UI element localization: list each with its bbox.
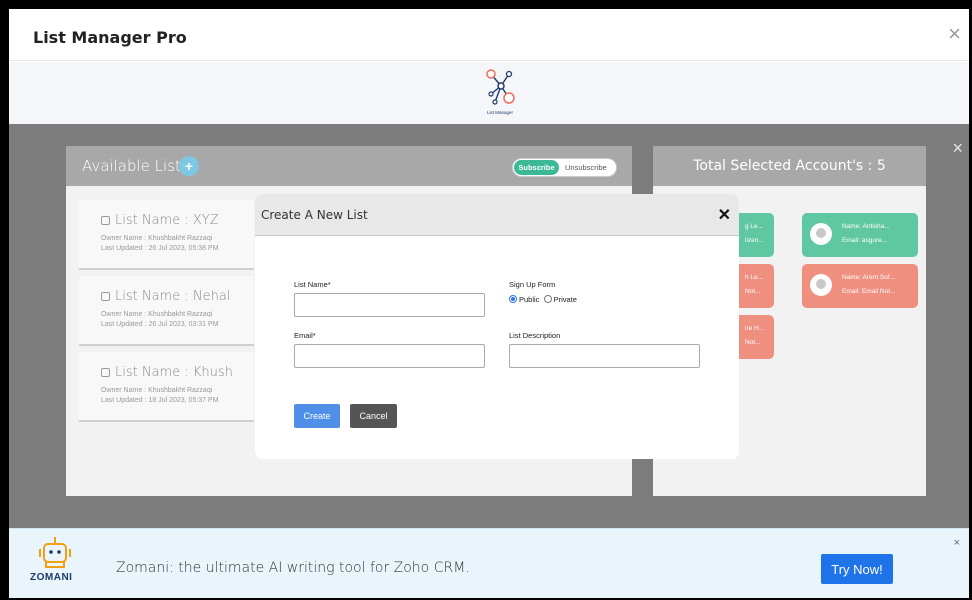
account-email: Email: asgure... <box>842 237 888 244</box>
try-now-button[interactable]: Try Now! <box>821 554 893 584</box>
create-button[interactable]: Create <box>294 404 340 428</box>
email-field[interactable] <box>294 344 485 368</box>
list-item[interactable]: List Name : XYZ Owner Name : Khushbakht … <box>79 200 254 270</box>
add-list-button[interactable]: + <box>179 156 199 176</box>
account-email: Email: Email Not... <box>842 288 896 295</box>
unsubscribe-option[interactable]: Unsubscribe <box>565 160 607 175</box>
account-name: Name: Antisha... <box>842 223 890 230</box>
avatar <box>810 223 832 245</box>
cancel-button[interactable]: Cancel <box>350 404 397 428</box>
list-name-label: List Name* <box>294 280 331 289</box>
app-title: List Manager Pro <box>33 28 187 47</box>
selected-accounts-title: Total Selected Account's : 5 <box>653 146 926 186</box>
list-checkbox[interactable] <box>101 292 110 301</box>
account-email: Not... <box>745 288 761 295</box>
list-owner: Owner Name : Khushbakht Razzaqi <box>101 235 213 242</box>
email-label: Email* <box>294 331 316 340</box>
list-description-label: List Description <box>509 331 561 340</box>
network-icon: List Manager <box>486 69 515 115</box>
list-updated: Last Updated : 26 Jul 2023, 03:31 PM <box>101 321 219 328</box>
account-card[interactable]: g Le... lizen... <box>735 213 774 257</box>
list-name-field[interactable] <box>294 293 485 317</box>
list-name: List Name : XYZ <box>115 213 219 228</box>
logo-caption: List Manager <box>487 110 514 115</box>
promo-banner: ZOMANI Zomani: the ultimate AI writing t… <box>9 528 969 598</box>
signup-form-options: Public Private <box>509 295 577 304</box>
modal-header: Create A New List ✕ <box>255 194 739 236</box>
list-owner: Owner Name : Khushbakht Razzaqi <box>101 311 213 318</box>
subscribe-option[interactable]: Subscribe <box>514 160 559 175</box>
list-updated: Last Updated : 26 Jul 2023, 05:38 PM <box>101 245 219 252</box>
account-email: Not... <box>745 339 761 346</box>
radio-private[interactable] <box>543 295 552 304</box>
radio-private-label: Private <box>553 295 577 304</box>
account-name: g Le... <box>745 223 764 230</box>
list-owner: Owner Name : Khushbakht Razzaqi <box>101 387 213 394</box>
modal-title: Create A New List <box>261 208 368 222</box>
list-description-field[interactable] <box>509 344 700 368</box>
account-name: h Le... <box>745 274 764 281</box>
create-list-modal: Create A New List ✕ List Name* Sign Up F… <box>255 194 739 459</box>
account-card[interactable]: h Le... Not... <box>735 264 774 308</box>
list-updated: Last Updated : 18 Jul 2023, 05:37 PM <box>101 397 219 404</box>
account-card[interactable]: Name: Antisha... Email: asgure... <box>802 213 918 257</box>
title-bar: List Manager Pro × <box>9 9 969 61</box>
list-item[interactable]: List Name : Khush Owner Name : Khushbakh… <box>79 352 254 422</box>
list-checkbox[interactable] <box>101 368 110 377</box>
signup-form-label: Sign Up Form <box>509 280 556 289</box>
avatar <box>810 274 832 296</box>
account-name: Name: Arent Sof... <box>842 274 896 281</box>
subscribe-toggle[interactable]: Subscribe Unsubscribe <box>512 158 617 177</box>
close-icon[interactable]: ✕ <box>718 205 731 225</box>
close-icon[interactable]: × <box>948 23 961 45</box>
logo-band: List Manager <box>9 62 969 124</box>
banner-brand: ZOMANI <box>30 572 73 583</box>
app-window: List Manager Pro × List Manager × Availa… <box>9 9 969 598</box>
available-lists-header: Available Lists + Subscribe Unsubscribe <box>66 146 632 186</box>
list-name: List Name : Khush <box>115 365 233 380</box>
available-lists-title: Available Lists <box>82 157 189 175</box>
radio-public-label: Public <box>519 295 540 304</box>
radio-public[interactable] <box>509 295 517 304</box>
list-item[interactable]: List Name : Nehal Owner Name : Khushbakh… <box>79 276 254 346</box>
account-card[interactable]: ire H... Not... <box>735 315 774 359</box>
close-icon[interactable]: × <box>952 138 963 159</box>
list-checkbox[interactable] <box>101 216 110 225</box>
close-icon[interactable]: × <box>954 537 960 549</box>
list-name: List Name : Nehal <box>115 289 231 304</box>
account-card[interactable]: Name: Arent Sof... Email: Email Not... <box>802 264 918 308</box>
banner-text: Zomani: the ultimate AI writing tool for… <box>116 560 470 576</box>
account-email: lizen... <box>745 237 764 244</box>
account-name: ire H... <box>745 325 765 332</box>
